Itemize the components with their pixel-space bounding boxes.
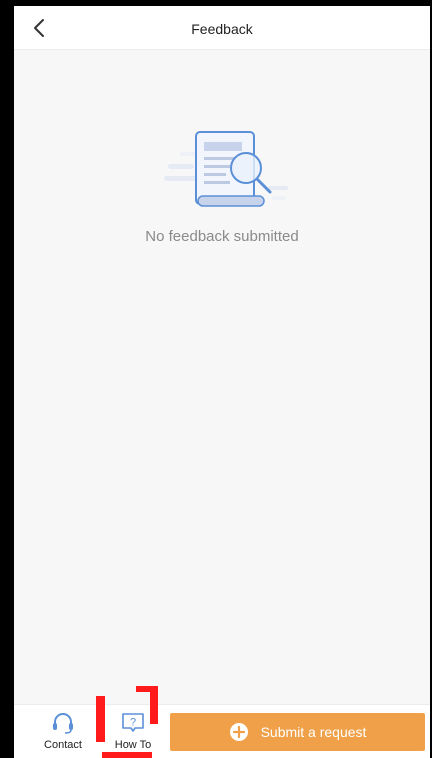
submit-request-label: Submit a request xyxy=(260,724,367,740)
contact-button[interactable]: Contact xyxy=(34,711,92,757)
question-bubble-icon: ? xyxy=(122,713,144,732)
plus-circle-icon xyxy=(229,723,248,741)
highlight-bottom xyxy=(102,752,152,758)
contact-label: Contact xyxy=(44,739,82,751)
svg-text:?: ? xyxy=(130,717,136,729)
document-search-icon xyxy=(164,124,294,214)
empty-state-message: No feedback submitted xyxy=(145,228,299,245)
bottom-bar: Contact ? How To Submit a request xyxy=(14,704,430,758)
app-screen: Feedback No feedback submitted Contact ?… xyxy=(14,6,430,758)
submit-request-button[interactable]: Submit a request xyxy=(170,713,425,751)
highlight-right-top xyxy=(136,686,156,692)
header-bar: Feedback xyxy=(14,6,430,50)
page-title: Feedback xyxy=(191,21,253,37)
device-frame: Feedback No feedback submitted Contact ?… xyxy=(0,0,432,758)
highlight-left-bar xyxy=(96,696,105,742)
how-to-label: How To xyxy=(114,739,152,751)
headset-icon xyxy=(53,713,73,734)
